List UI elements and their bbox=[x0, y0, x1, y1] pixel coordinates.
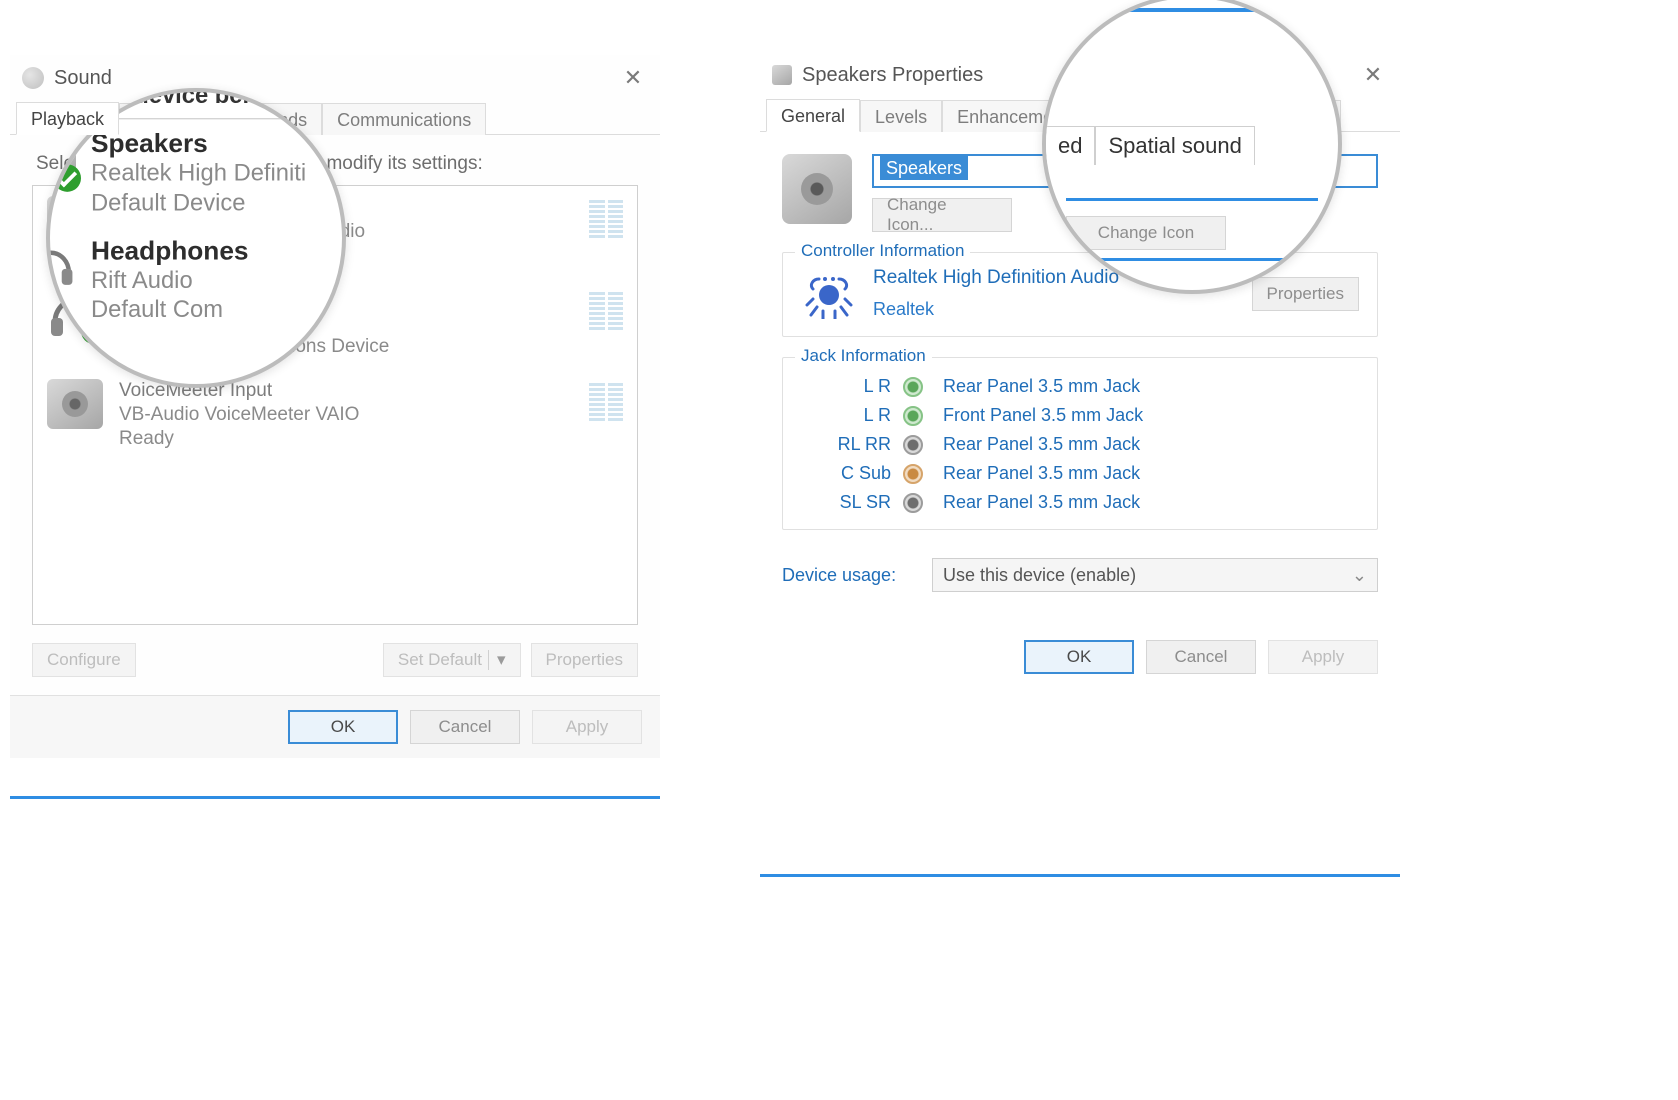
sound-row-buttons: Configure Set Default ▾ Properties bbox=[32, 643, 638, 677]
jack-channels: SL SR bbox=[801, 492, 891, 513]
device-usage-label: Device usage: bbox=[782, 565, 912, 586]
level-meter-icon bbox=[589, 288, 623, 330]
device-name-value: Speakers bbox=[880, 156, 968, 180]
divider bbox=[760, 874, 1400, 877]
magnifier-right: ed Spatial sound Change Icon bbox=[1042, 0, 1342, 294]
device-usage-row: Device usage: Use this device (enable) ⌄ bbox=[782, 558, 1378, 592]
tab-advanced-fragment: ed bbox=[1046, 126, 1095, 165]
mag-device-name: Headphones bbox=[91, 236, 249, 266]
ok-button[interactable]: OK bbox=[288, 710, 398, 744]
jack-legend: Jack Information bbox=[795, 346, 932, 366]
jack-color-icon bbox=[903, 406, 923, 426]
jack-label: Front Panel 3.5 mm Jack bbox=[943, 405, 1359, 426]
sound-dialog-buttons: OK Cancel Apply bbox=[10, 695, 660, 758]
device-text: VoiceMeeter Input VB-Audio VoiceMeeter V… bbox=[119, 379, 573, 450]
tab-playback[interactable]: Playback bbox=[16, 102, 119, 135]
volume-icon bbox=[22, 67, 44, 89]
device-status: Ready bbox=[119, 427, 573, 451]
set-default-button[interactable]: Set Default ▾ bbox=[383, 643, 521, 677]
apply-button[interactable]: Apply bbox=[1268, 640, 1378, 674]
divider bbox=[1066, 258, 1318, 261]
chevron-down-icon: ⌄ bbox=[1352, 565, 1367, 586]
divider bbox=[1107, 8, 1277, 12]
controller-legend: Controller Information bbox=[795, 241, 970, 261]
mag-device-desc: Realtek High Definiti bbox=[91, 159, 306, 189]
default-check-icon bbox=[54, 164, 82, 192]
speaker-icon bbox=[782, 154, 852, 224]
tab-general[interactable]: General bbox=[766, 99, 860, 132]
speaker-icon bbox=[47, 379, 103, 429]
jack-row: C Sub Rear Panel 3.5 mm Jack bbox=[801, 463, 1359, 484]
device-voicemeeter[interactable]: VoiceMeeter Input VB-Audio VoiceMeeter V… bbox=[33, 369, 637, 460]
jack-color-icon bbox=[903, 464, 923, 484]
cancel-button[interactable]: Cancel bbox=[1146, 640, 1256, 674]
mag-device-status: Default Device bbox=[91, 189, 306, 219]
apply-button[interactable]: Apply bbox=[532, 710, 642, 744]
device-usage-value: Use this device (enable) bbox=[943, 565, 1136, 586]
jack-channels: L R bbox=[801, 405, 891, 426]
jack-label: Rear Panel 3.5 mm Jack bbox=[943, 376, 1359, 397]
jack-color-icon bbox=[903, 493, 923, 513]
change-icon-button[interactable]: Change Icon... bbox=[872, 198, 1012, 232]
realtek-crab-icon bbox=[801, 269, 857, 319]
mag-device-name: Speakers bbox=[91, 129, 306, 159]
mag-device-desc: Rift Audio bbox=[91, 266, 249, 296]
level-meter-icon bbox=[589, 196, 623, 238]
close-icon[interactable]: ✕ bbox=[1358, 60, 1388, 90]
configure-button[interactable]: Configure bbox=[32, 643, 136, 677]
tab-communications[interactable]: Communications bbox=[322, 103, 486, 135]
tab-spatial-sound[interactable]: Spatial sound bbox=[1095, 126, 1254, 165]
properties-button[interactable]: Properties bbox=[531, 643, 638, 677]
sound-title: Sound bbox=[54, 67, 618, 90]
mag-device-status: Default Com bbox=[91, 296, 249, 326]
jack-row: RL RR Rear Panel 3.5 mm Jack bbox=[801, 434, 1359, 455]
jack-channels: L R bbox=[801, 376, 891, 397]
window-icon bbox=[772, 65, 792, 85]
device-usage-select[interactable]: Use this device (enable) ⌄ bbox=[932, 558, 1378, 592]
jack-label: Rear Panel 3.5 mm Jack bbox=[943, 434, 1359, 455]
tab-levels[interactable]: Levels bbox=[860, 100, 942, 132]
jack-color-icon bbox=[903, 435, 923, 455]
jack-row: L R Front Panel 3.5 mm Jack bbox=[801, 405, 1359, 426]
chevron-down-icon: ▾ bbox=[488, 650, 506, 670]
divider bbox=[1066, 198, 1318, 201]
jack-color-icon bbox=[903, 377, 923, 397]
headphones-icon bbox=[46, 236, 76, 291]
jack-label: Rear Panel 3.5 mm Jack bbox=[943, 492, 1359, 513]
jack-channels: RL RR bbox=[801, 434, 891, 455]
jack-group: Jack Information L R Rear Panel 3.5 mm J… bbox=[782, 357, 1378, 530]
level-meter-icon bbox=[589, 379, 623, 421]
divider bbox=[10, 796, 660, 799]
jack-row: L R Rear Panel 3.5 mm Jack bbox=[801, 376, 1359, 397]
controller-vendor: Realtek bbox=[873, 299, 1119, 320]
device-icon bbox=[47, 379, 103, 429]
change-icon-button[interactable]: Change Icon bbox=[1066, 216, 1226, 250]
props-dialog-buttons: OK Cancel Apply bbox=[760, 610, 1400, 694]
set-default-label: Set Default bbox=[398, 650, 482, 670]
cancel-button[interactable]: Cancel bbox=[410, 710, 520, 744]
close-icon[interactable]: ✕ bbox=[618, 63, 648, 93]
jack-channels: C Sub bbox=[801, 463, 891, 484]
jack-label: Rear Panel 3.5 mm Jack bbox=[943, 463, 1359, 484]
device-desc: VB-Audio VoiceMeeter VAIO bbox=[119, 403, 573, 427]
ok-button[interactable]: OK bbox=[1024, 640, 1134, 674]
jack-row: SL SR Rear Panel 3.5 mm Jack bbox=[801, 492, 1359, 513]
